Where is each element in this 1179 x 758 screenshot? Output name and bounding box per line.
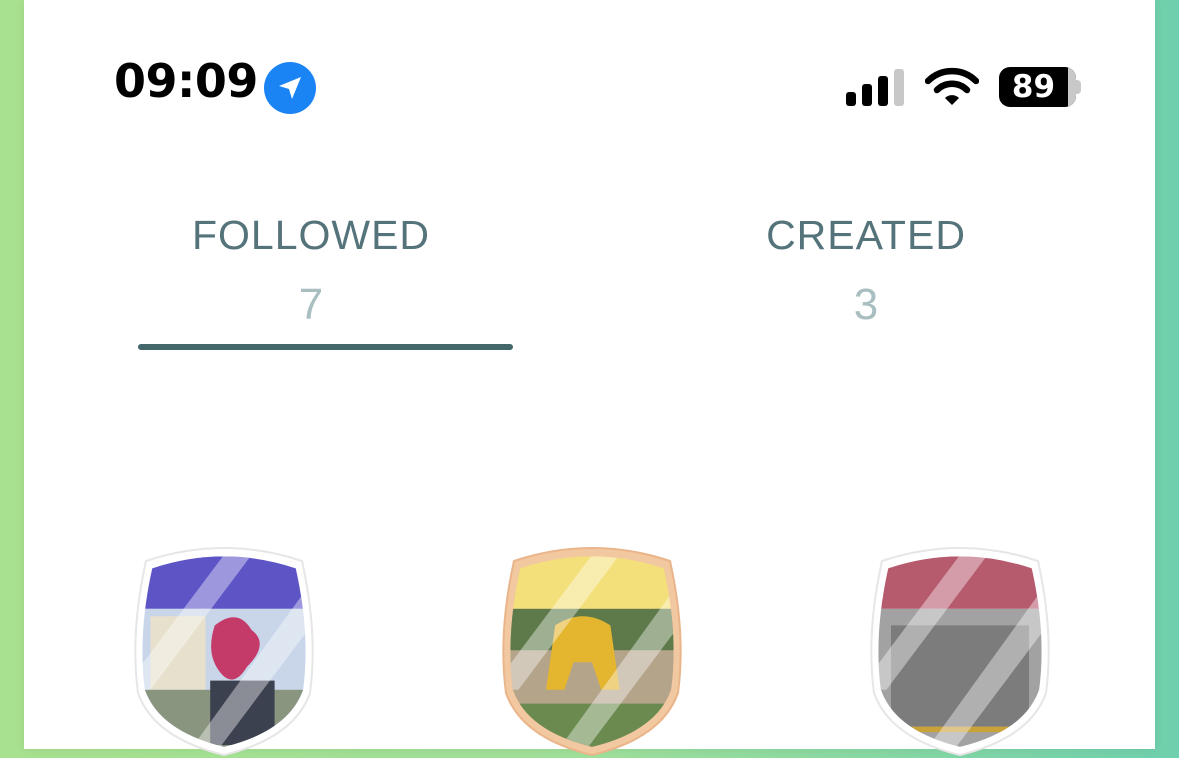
status-time: 09:09	[114, 54, 258, 108]
tab-created[interactable]: CREATED 3	[691, 210, 1041, 330]
tab-created-label: CREATED	[766, 212, 966, 258]
selected-tab-indicator	[138, 344, 513, 350]
routes-panel: 09:09 89 FOLLOWED 7 CREATED 3	[24, 0, 1155, 757]
wifi-icon	[924, 66, 980, 111]
location-arrow-icon	[264, 62, 316, 114]
tab-followed[interactable]: FOLLOWED 7	[136, 210, 486, 330]
route-badge[interactable]	[124, 543, 324, 758]
battery-level: 89	[1011, 69, 1056, 105]
battery-nub	[1076, 80, 1081, 94]
tab-followed-label: FOLLOWED	[191, 212, 431, 258]
tab-created-count: 3	[853, 280, 879, 329]
route-badge[interactable]	[860, 543, 1060, 758]
tab-followed-count: 7	[298, 280, 324, 329]
cellular-signal-icon	[846, 69, 906, 106]
route-badge[interactable]	[492, 543, 692, 758]
battery-icon: 89	[999, 67, 1076, 107]
battery-empty-segment	[1068, 67, 1076, 107]
